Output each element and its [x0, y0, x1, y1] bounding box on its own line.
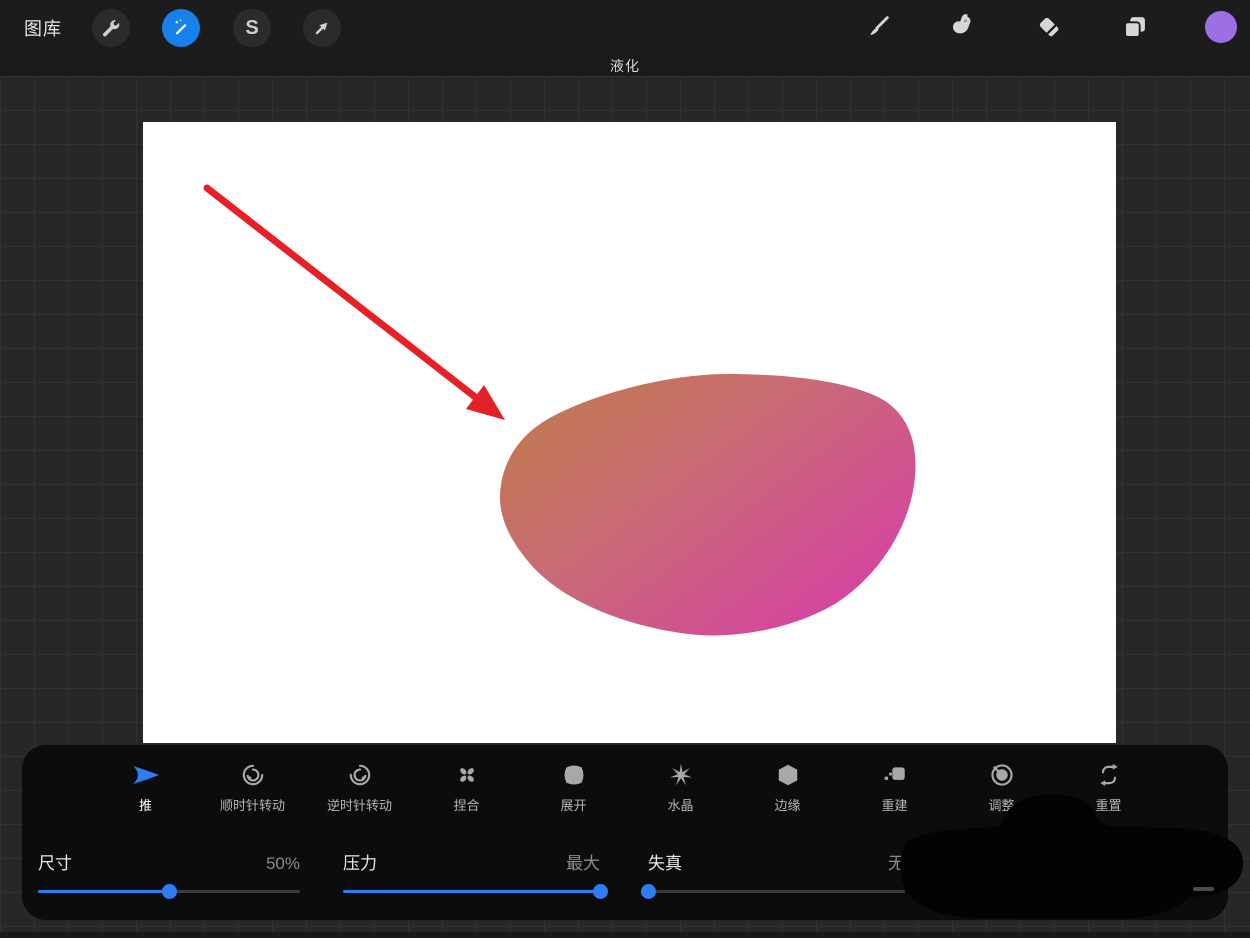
magic-wand-icon	[171, 18, 191, 38]
adjust-icon	[989, 761, 1015, 789]
pressure-slider-group: 压力 最大	[343, 849, 600, 893]
pressure-slider-label: 压力	[343, 849, 377, 874]
transform-button[interactable]	[303, 9, 341, 47]
size-slider-group: 尺寸 50%	[38, 849, 300, 893]
tool-crystals[interactable]: 水晶	[627, 761, 734, 814]
top-toolbar: 图库 S	[0, 0, 1250, 55]
smudge-icon	[949, 13, 977, 41]
red-annotation-arrow	[207, 188, 505, 420]
adjustments-button[interactable]	[162, 9, 200, 47]
distortion-slider[interactable]	[648, 890, 905, 893]
size-slider-thumb[interactable]	[162, 884, 177, 899]
distortion-slider-group: 失真 无	[648, 849, 905, 893]
transform-arrow-icon	[312, 18, 332, 38]
size-slider[interactable]	[38, 890, 300, 893]
selection-button[interactable]: S	[233, 9, 271, 47]
page-title: 液化	[610, 56, 640, 76]
selection-s-icon: S	[245, 17, 258, 40]
procreate-liquify-screen: 图库 S	[0, 0, 1250, 938]
gallery-button[interactable]: 图库	[24, 0, 62, 55]
twirl-counterclockwise-icon	[347, 761, 373, 789]
pinch-icon	[454, 761, 480, 789]
actions-button[interactable]	[92, 9, 130, 47]
expand-icon	[561, 761, 587, 789]
eraser-icon	[1035, 13, 1063, 41]
drawing-canvas[interactable]	[143, 122, 1116, 743]
redaction-scribble	[895, 788, 1250, 923]
reconstruct-icon	[882, 761, 908, 789]
tool-title-bar: 液化	[0, 55, 1250, 76]
push-icon	[129, 761, 163, 789]
size-slider-label: 尺寸	[38, 849, 72, 874]
wrench-icon	[101, 18, 121, 38]
bottom-edge-strip	[0, 932, 1250, 938]
tool-push[interactable]: 推	[92, 761, 199, 814]
brush-icon	[864, 13, 892, 41]
distortion-slider-label: 失真	[648, 849, 682, 874]
layers-button[interactable]	[1121, 13, 1149, 41]
pressure-slider-thumb[interactable]	[593, 884, 608, 899]
gradient-blob	[500, 374, 916, 635]
slider-track-remnant	[1193, 887, 1214, 891]
paint-button[interactable]	[864, 13, 892, 41]
tool-twirl-counterclockwise[interactable]: 逆时针转动	[306, 761, 413, 814]
color-swatch[interactable]	[1205, 11, 1237, 43]
tool-pinch[interactable]: 捏合	[413, 761, 520, 814]
tool-expand[interactable]: 展开	[520, 761, 627, 814]
erase-button[interactable]	[1035, 13, 1063, 41]
twirl-clockwise-icon	[240, 761, 266, 789]
canvas-artwork	[143, 122, 1116, 743]
tool-edge[interactable]: 边缘	[734, 761, 841, 814]
tool-twirl-clockwise[interactable]: 顺时针转动	[199, 761, 306, 814]
pressure-slider-value: 最大	[566, 849, 600, 874]
smudge-button[interactable]	[949, 13, 977, 41]
edge-icon	[775, 761, 801, 789]
pressure-slider[interactable]	[343, 890, 600, 893]
size-slider-value: 50%	[266, 854, 300, 874]
layers-icon	[1121, 13, 1149, 41]
distortion-slider-thumb[interactable]	[641, 884, 656, 899]
reset-icon	[1096, 761, 1122, 789]
crystals-icon	[668, 761, 694, 789]
